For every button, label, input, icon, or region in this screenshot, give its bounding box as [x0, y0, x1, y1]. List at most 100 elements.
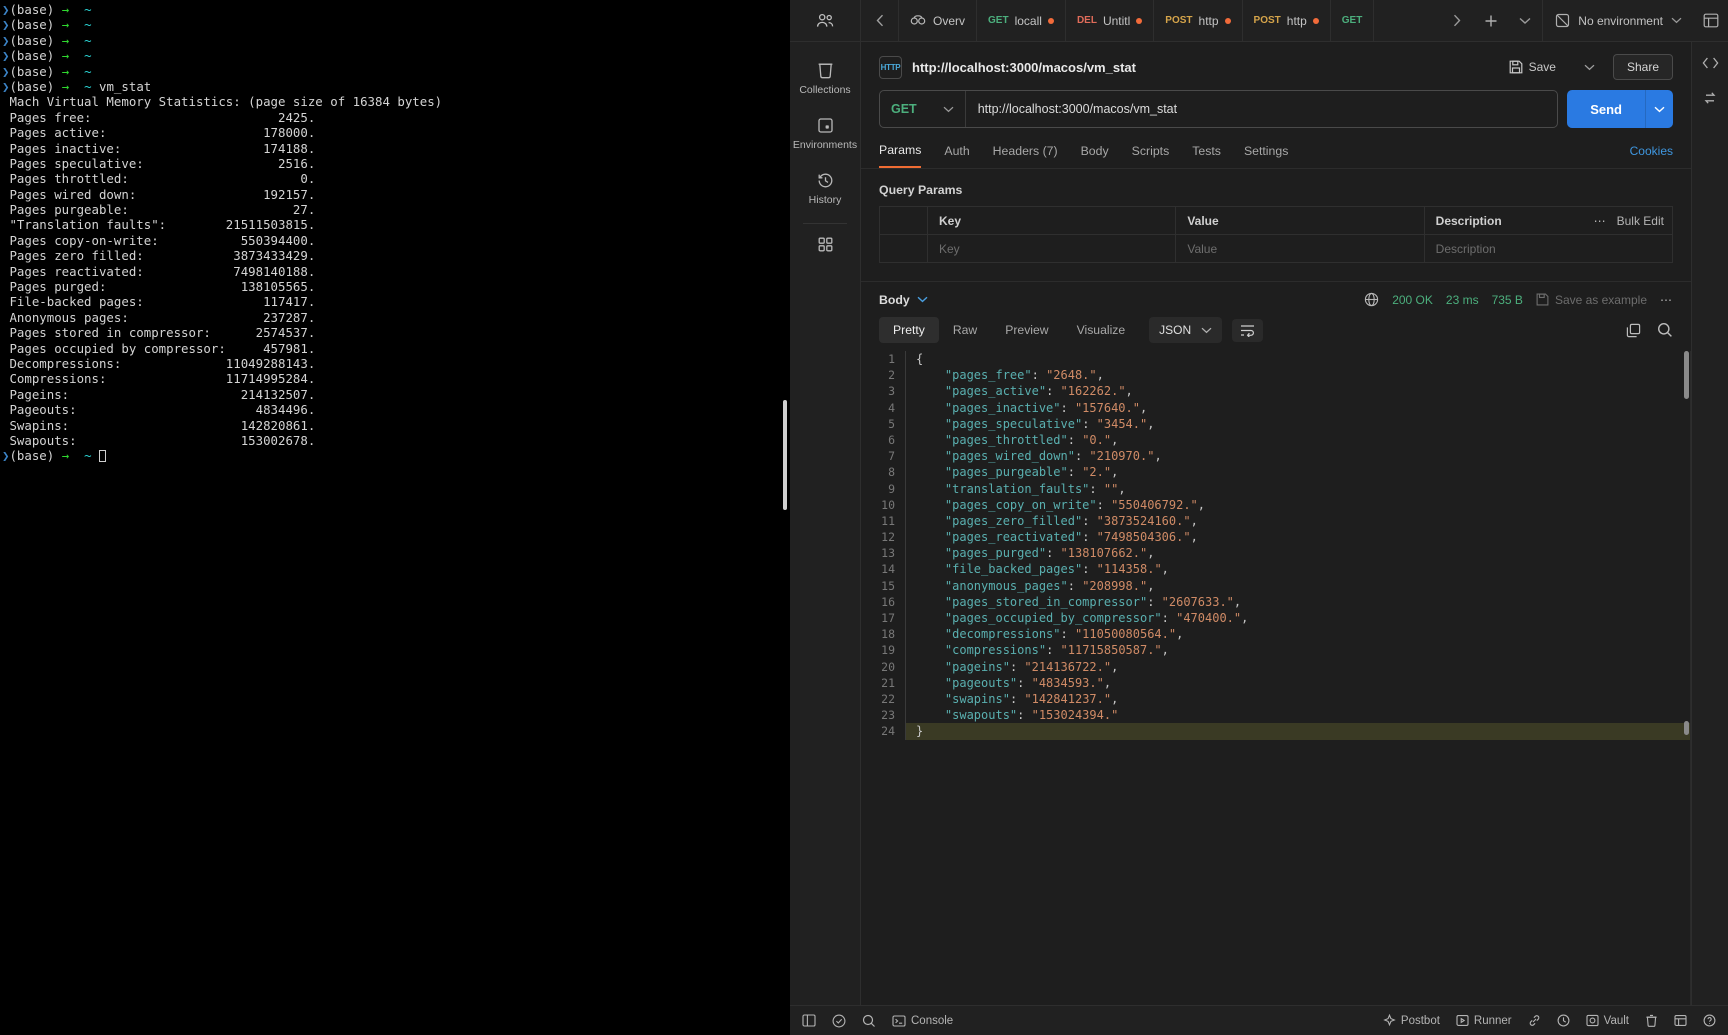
tab-headers-7[interactable]: Headers (7): [993, 144, 1058, 167]
vm-stat-row: Pages purgeable: 27.: [2, 202, 316, 218]
request-tab-strip[interactable]: Overv GET locall DEL Untitl POST http POST http G…: [899, 0, 1440, 41]
url-input[interactable]: [965, 91, 1558, 127]
tab-params[interactable]: Params: [879, 143, 922, 168]
postman-app: Overv GET locall DEL Untitl POST http POST http G…: [790, 0, 1728, 1035]
vm-stat-row: Pages throttled: 0.: [2, 171, 316, 187]
tab-tests[interactable]: Tests: [1192, 144, 1221, 167]
request-section-tabs[interactable]: Params Auth Headers (7) Body Scripts Tests Set…: [861, 128, 1691, 169]
status-item-check-circle[interactable]: [832, 1014, 846, 1028]
bulk-edit-button[interactable]: Bulk Edit: [1617, 214, 1664, 228]
layout-icon[interactable]: [1694, 0, 1728, 41]
copy-icon[interactable]: [1626, 323, 1641, 338]
terminal-prompt-line: ❯(base) → ~: [2, 2, 100, 17]
sidebar-item-environments[interactable]: Environments: [790, 107, 860, 162]
new-tab-button[interactable]: [1474, 0, 1508, 41]
send-options-button[interactable]: [1645, 90, 1673, 128]
tab-auth[interactable]: Auth: [944, 144, 969, 167]
status-item-trash[interactable]: [1645, 1014, 1658, 1027]
right-rail[interactable]: [1691, 42, 1728, 1005]
code-scrollbar[interactable]: [1684, 351, 1689, 399]
tab-http-3[interactable]: POST http: [1154, 0, 1243, 41]
response-format-selector[interactable]: JSON: [1149, 317, 1223, 343]
chevron-down-icon[interactable]: [917, 296, 928, 303]
terminal-prompt-line: ❯(base) → ~: [0, 448, 790, 463]
plus-icon: [1484, 14, 1498, 28]
param-key-input[interactable]: Key: [928, 235, 1177, 262]
tab-overv-0[interactable]: Overv: [899, 0, 978, 41]
vm-stat-row: Pages free: 2425.: [2, 109, 316, 125]
row-checkbox-cell[interactable]: [880, 235, 928, 262]
response-tab-raw[interactable]: Raw: [939, 317, 991, 343]
sidebar-item-label: History: [808, 194, 842, 206]
status-item-help[interactable]: [1703, 1014, 1716, 1027]
chevron-down-icon: [1519, 17, 1531, 25]
code-text: "pages_zero_filled": "3873524160.",: [944, 513, 1198, 528]
tab-locall-1[interactable]: GET locall: [977, 0, 1066, 41]
response-code-viewer[interactable]: 1{2 "pages_free": "2648.", 3 "pages_activ…: [861, 351, 1691, 1005]
left-rail[interactable]: Collections Environments History: [790, 42, 861, 1005]
tab-http-4[interactable]: POST http: [1243, 0, 1331, 41]
tabs-overflow-right[interactable]: [1440, 0, 1474, 41]
ellipsis-icon[interactable]: ⋯: [1594, 214, 1607, 228]
search-icon[interactable]: [1657, 322, 1673, 338]
status-bar-left[interactable]: Console: [802, 1014, 953, 1028]
code-line: 24}: [861, 723, 1691, 740]
ellipsis-icon[interactable]: ⋯: [1660, 293, 1673, 307]
line-number: 22: [881, 691, 895, 706]
tab-method-label: GET: [1341, 15, 1363, 26]
tab-body[interactable]: Body: [1081, 144, 1109, 167]
response-tab-visualize[interactable]: Visualize: [1063, 317, 1140, 343]
status-item-layout[interactable]: [1674, 1014, 1687, 1027]
status-bar-right[interactable]: Postbot Runner Vault: [1383, 1014, 1716, 1027]
code-line: 15 "anonymous_pages": "208998.",: [861, 577, 1691, 594]
status-item-console[interactable]: Console: [892, 1015, 953, 1027]
code-text: "anonymous_pages": "208998.",: [944, 578, 1155, 593]
tab-get-5[interactable]: GET: [1331, 0, 1375, 41]
terminal-pane[interactable]: ❯(base) → ~ ❯(base) → ~ ❯(base) → ~ ❯(ba…: [0, 0, 790, 1035]
save-button[interactable]: Save: [1499, 54, 1566, 80]
method-selector[interactable]: GET: [880, 91, 966, 127]
response-tab-pretty[interactable]: Pretty: [879, 317, 939, 343]
sync-arrows-icon[interactable]: [1702, 90, 1718, 106]
sidebar-item-history[interactable]: History: [790, 162, 860, 217]
workspace-switcher[interactable]: [790, 0, 861, 41]
code-brackets-icon[interactable]: [1702, 56, 1719, 70]
status-item-clock[interactable]: [1557, 1014, 1570, 1027]
tab-settings[interactable]: Settings: [1244, 144, 1288, 167]
code-line: 12 "pages_reactivated": "7498504306.",: [861, 529, 1691, 546]
status-item-cookie-link[interactable]: [1528, 1014, 1541, 1027]
share-button[interactable]: Share: [1612, 54, 1673, 80]
status-item-runner[interactable]: Runner: [1456, 1014, 1512, 1027]
status-item-sidebar-toggle[interactable]: [802, 1014, 816, 1027]
status-item-search[interactable]: [862, 1014, 876, 1028]
save-options-button[interactable]: [1574, 58, 1605, 77]
tab-scripts[interactable]: Scripts: [1132, 144, 1170, 167]
tab-untitl-2[interactable]: DEL Untitl: [1066, 0, 1155, 41]
status-item-vault[interactable]: Vault: [1586, 1014, 1629, 1027]
table-row[interactable]: Key Value Description: [880, 235, 1672, 263]
code-text: "pages_inactive": "157640.",: [944, 400, 1148, 415]
cookie-link-icon: [1528, 1014, 1541, 1027]
param-value-input[interactable]: Value: [1176, 235, 1425, 262]
sidebar-item-apps[interactable]: [790, 226, 860, 265]
code-line: 9 "translation_faults": "",: [861, 480, 1691, 497]
line-number: 16: [881, 594, 895, 609]
save-as-example-button[interactable]: Save as example: [1536, 293, 1647, 307]
overview-icon: [910, 15, 926, 26]
clock-icon: [1557, 1014, 1570, 1027]
param-description-input[interactable]: Description: [1425, 235, 1672, 262]
code-text: "pages_speculative": "3454.",: [944, 416, 1155, 431]
wrap-lines-icon[interactable]: [1232, 318, 1264, 342]
status-item-postbot[interactable]: Postbot: [1383, 1014, 1440, 1027]
tab-list-menu[interactable]: [1508, 0, 1542, 41]
code-scrollbar-thumb-bottom[interactable]: [1684, 721, 1689, 735]
back-button[interactable]: [861, 0, 899, 41]
code-line: 23 "swapouts": "153024394.": [861, 707, 1691, 724]
send-button[interactable]: Send: [1567, 90, 1645, 128]
response-tab-preview[interactable]: Preview: [991, 317, 1062, 343]
environment-name: No environment: [1578, 13, 1663, 28]
cookies-link[interactable]: Cookies: [1630, 144, 1673, 167]
environment-selector[interactable]: No environment: [1543, 0, 1694, 41]
terminal-scrollbar[interactable]: [783, 400, 787, 510]
sidebar-item-collections[interactable]: Collections: [790, 52, 860, 107]
